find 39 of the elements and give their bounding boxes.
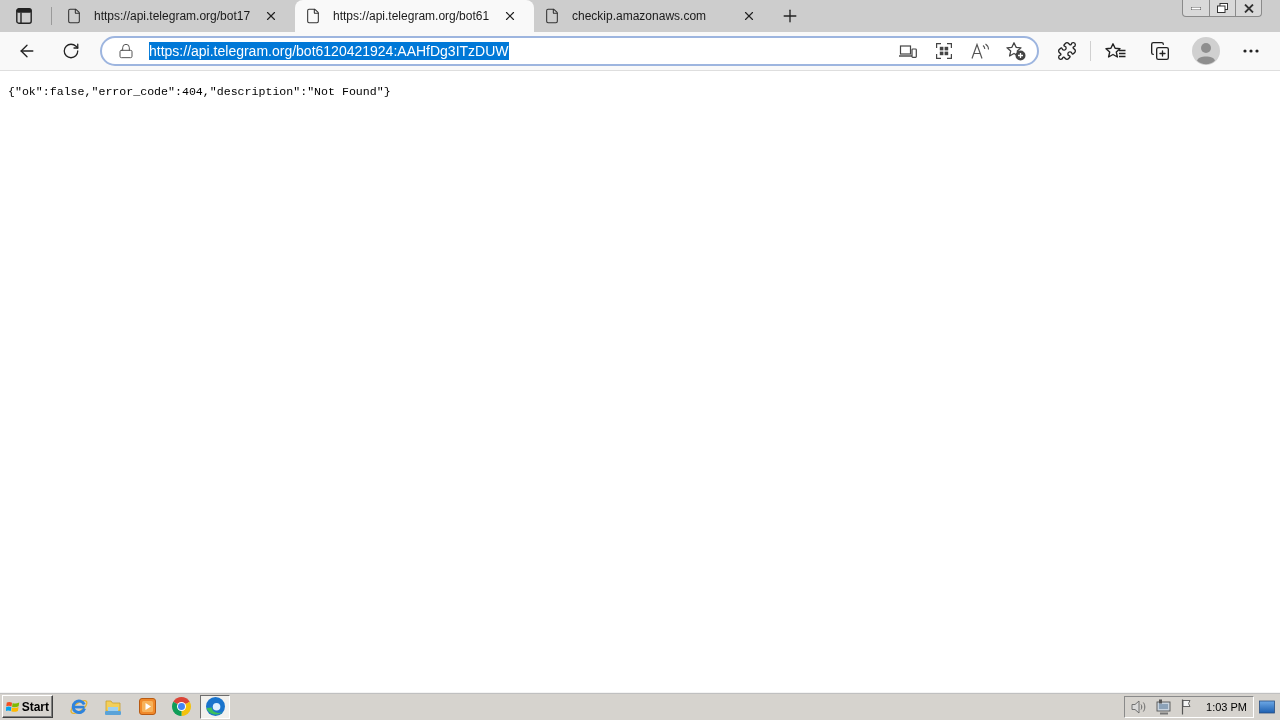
page-icon	[544, 8, 560, 24]
star-plus-icon	[1006, 41, 1026, 61]
url-text: https://api.telegram.org/bot6120421924:AAHfDg3ITzDUW	[149, 42, 509, 60]
clock-text: 1:03 PM	[1206, 700, 1247, 713]
taskbar-button[interactable]	[200, 694, 230, 719]
collections-icon	[1150, 41, 1170, 61]
browser-tab[interactable]: https://api.telegram.org/bot61	[295, 0, 534, 32]
show-desktop-button[interactable]	[1258, 698, 1276, 715]
close-icon	[1243, 3, 1254, 13]
refresh-icon	[62, 42, 80, 60]
devices-icon	[899, 44, 917, 58]
close-icon	[264, 9, 278, 23]
avatar-icon	[1192, 37, 1220, 65]
restore-icon	[1217, 3, 1228, 13]
play-icon	[138, 698, 156, 715]
more-icon	[1243, 49, 1259, 53]
minimize-icon	[1191, 6, 1201, 10]
desktop-icon	[1259, 699, 1275, 714]
round-logo-icon	[171, 697, 191, 716]
browser-tab[interactable]: checkip.amazonaws.com	[534, 0, 773, 32]
network-icon	[1156, 698, 1173, 715]
app-grid-icon	[936, 43, 952, 59]
json-response-text: {"ok":false,"error_code":404,"description":"Not Found"}	[8, 85, 391, 99]
folder-icon	[104, 697, 122, 716]
page-icon	[305, 8, 321, 24]
read-aloud-icon	[970, 43, 990, 59]
address-bar[interactable]: https://api.telegram.org/bot6120421924:AAHfDg3ITzDUW	[100, 36, 1039, 66]
close-icon	[503, 9, 517, 23]
puzzle-icon	[1057, 41, 1077, 61]
volume-icon	[1131, 699, 1148, 714]
wave-logo-icon	[205, 697, 225, 716]
browser-tab[interactable]: https://api.telegram.org/bot17	[56, 0, 295, 32]
favorites-icon	[1104, 43, 1126, 59]
start-button[interactable]: Start	[2, 695, 53, 718]
window-icon	[16, 8, 32, 24]
lock-icon	[118, 43, 134, 59]
page-icon	[66, 8, 82, 24]
close-icon	[742, 9, 756, 23]
e-logo-icon	[69, 696, 89, 717]
